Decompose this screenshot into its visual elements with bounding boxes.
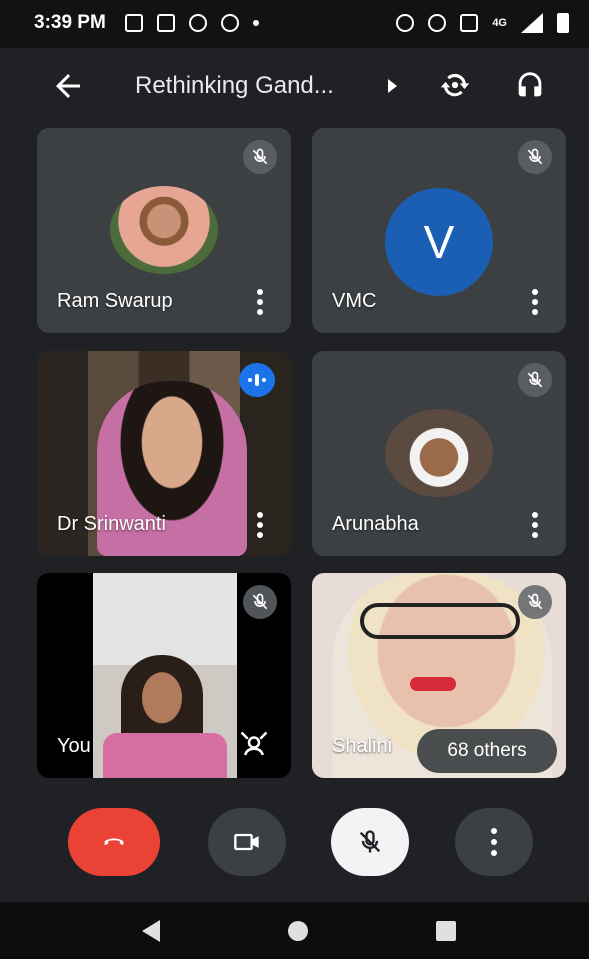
more-vert-icon[interactable] <box>257 512 263 538</box>
more-vert-icon <box>491 828 497 856</box>
participant-tile[interactable]: V VMC <box>312 128 566 333</box>
switch-camera-icon[interactable] <box>436 66 474 104</box>
mic-off-icon <box>518 585 552 619</box>
hang-up-icon <box>104 838 124 846</box>
participant-name: Arunabha <box>332 513 419 535</box>
more-options-button[interactable] <box>455 808 533 876</box>
status-bar: 3:39 PM 4G <box>0 0 589 48</box>
participant-tile[interactable]: Arunabha <box>312 351 566 556</box>
back-arrow-icon[interactable] <box>50 68 86 104</box>
avatar <box>385 409 493 497</box>
system-nav-bar <box>0 902 589 959</box>
person-add-icon <box>221 14 239 32</box>
gallery-icon <box>125 14 143 32</box>
alarm-icon <box>396 14 415 32</box>
headset-icon <box>428 14 447 32</box>
participant-name: VMC <box>332 290 377 312</box>
nav-back-icon[interactable] <box>142 920 160 942</box>
microphone-button[interactable] <box>331 808 409 876</box>
more-vert-icon[interactable] <box>532 289 538 315</box>
video-icon <box>157 14 175 32</box>
meeting-title[interactable]: Rethinking Gand... <box>135 72 334 100</box>
participant-name: Shalini <box>332 735 393 757</box>
participant-tile[interactable]: Ram Swarup <box>37 128 291 333</box>
participant-name: Ram Swarup <box>57 290 173 312</box>
camera-effects-icon[interactable] <box>239 730 269 760</box>
video-feed <box>93 573 237 778</box>
audio-output-icon[interactable] <box>513 68 547 102</box>
mic-off-icon <box>243 140 277 174</box>
status-icons-left <box>125 14 259 32</box>
mic-off-icon <box>518 140 552 174</box>
letter-avatar: V <box>385 188 493 296</box>
mic-off-icon <box>243 585 277 619</box>
meeting-header: Rethinking Gand... <box>0 48 589 128</box>
mic-off-icon <box>518 363 552 397</box>
dot-icon <box>253 20 259 26</box>
nav-home-icon[interactable] <box>288 921 308 941</box>
nav-recents-icon[interactable] <box>436 921 456 941</box>
participant-name: Dr Srinwanti <box>57 513 166 535</box>
video-camera-icon <box>234 833 259 851</box>
camera-button[interactable] <box>208 808 286 876</box>
signal-icon <box>521 13 543 33</box>
battery-icon <box>557 13 569 33</box>
avatar <box>110 186 218 274</box>
participant-tile[interactable]: Dr Srinwanti <box>37 351 291 556</box>
others-count-pill[interactable]: 68 others <box>417 729 557 773</box>
more-vert-icon[interactable] <box>532 512 538 538</box>
participant-name: You <box>57 735 91 757</box>
whatsapp-icon <box>189 14 207 32</box>
speaking-indicator-icon <box>239 363 275 397</box>
volte-icon <box>460 14 479 32</box>
more-vert-icon[interactable] <box>257 289 263 315</box>
chevron-right-icon[interactable] <box>388 79 397 93</box>
status-time: 3:39 PM <box>34 12 106 33</box>
mic-off-icon <box>359 830 381 853</box>
end-call-button[interactable] <box>68 808 160 876</box>
status-icons-right: 4G <box>396 13 569 33</box>
participant-tile[interactable]: You <box>37 573 291 778</box>
network-type: 4G <box>492 17 507 29</box>
